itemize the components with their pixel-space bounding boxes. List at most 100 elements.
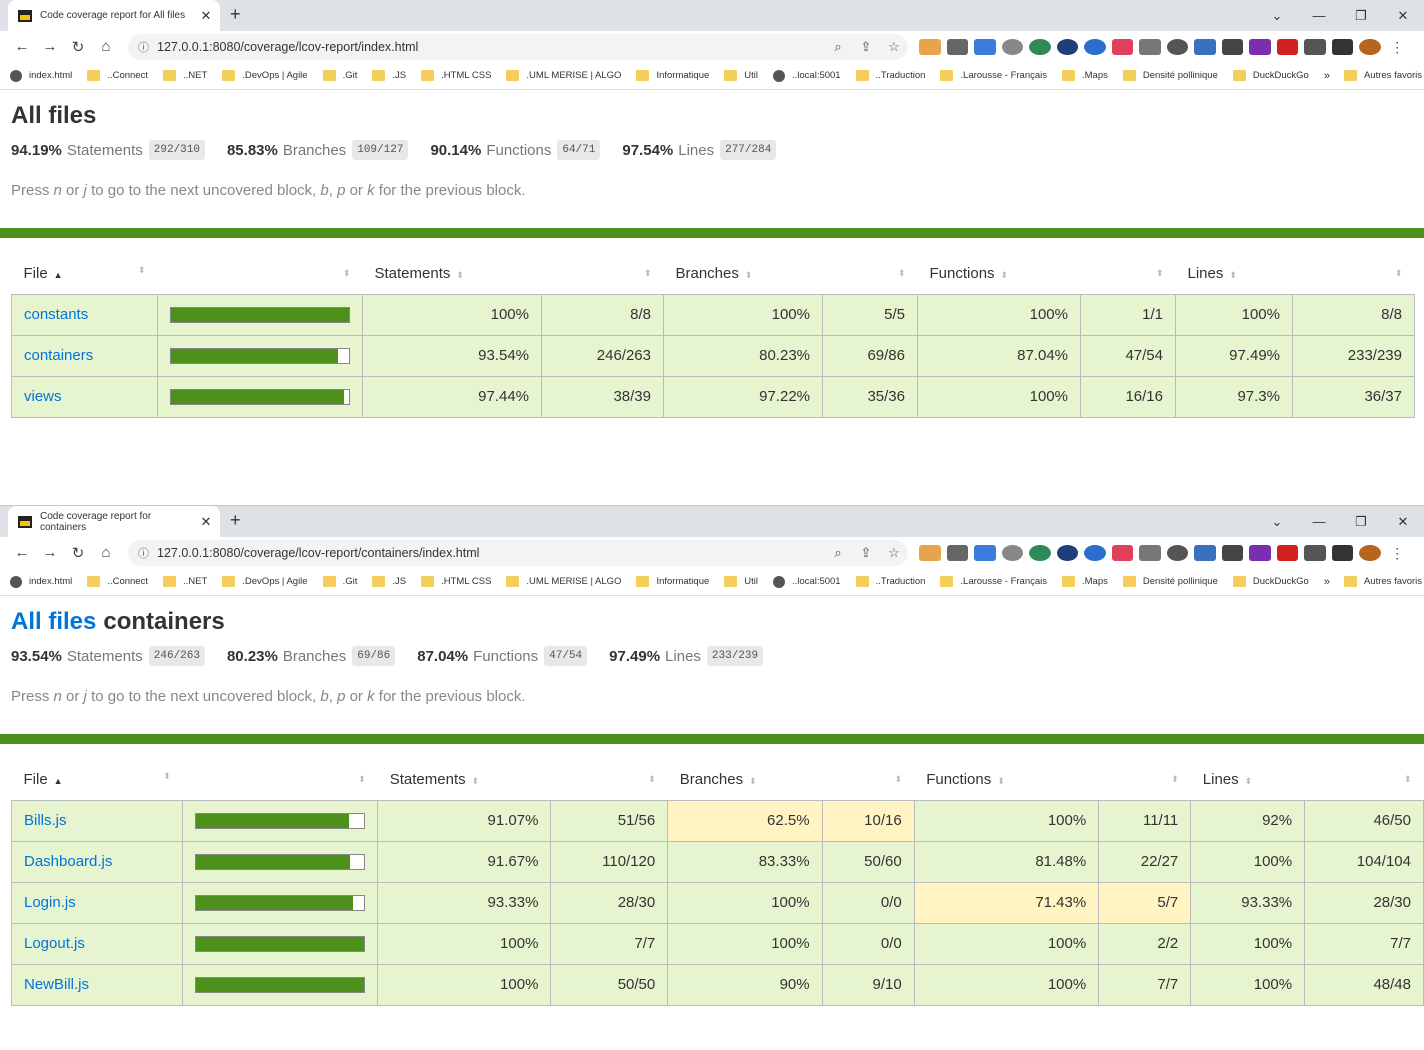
bookmark-item[interactable]: Informatique — [636, 576, 709, 587]
close-window-icon[interactable]: ✕ — [1382, 514, 1424, 530]
restore-icon[interactable]: ❐ — [1340, 8, 1382, 24]
share-icon[interactable]: ⇪ — [852, 39, 880, 55]
address-bar[interactable]: ⓘ 127.0.0.1:8080/coverage/lcov-report/co… — [128, 539, 908, 566]
bookmark-item[interactable]: index.html — [10, 69, 72, 82]
column-header-branches[interactable]: Branches ⬍ — [668, 760, 822, 800]
bookmark-item[interactable]: ..NET — [162, 70, 207, 81]
address-bar[interactable]: ⓘ 127.0.0.1:8080/coverage/lcov-report/in… — [128, 33, 908, 60]
back-icon[interactable]: ← — [8, 38, 36, 55]
bookmark-item[interactable]: DuckDuckGo — [1232, 576, 1309, 587]
file-link[interactable]: constants — [24, 306, 88, 323]
bookmark-item[interactable]: Densité pollinique — [1122, 70, 1218, 81]
close-window-icon[interactable]: ✕ — [1382, 8, 1424, 24]
bookmark-item[interactable]: .Larousse - Français — [940, 576, 1047, 587]
menu-icon[interactable]: ⋮ — [1387, 39, 1409, 55]
close-tab-icon[interactable]: ✕ — [198, 8, 214, 24]
column-header-statements[interactable]: Statements ⬍ — [363, 254, 542, 294]
column-header-functions[interactable]: Functions ⬍ — [918, 254, 1081, 294]
bookmark-item[interactable]: .Git — [322, 70, 357, 81]
file-link[interactable]: containers — [24, 347, 93, 364]
home-icon[interactable]: ⌂ — [92, 544, 120, 561]
bookmark-item[interactable]: ..Traduction — [855, 576, 925, 587]
bookmark-item[interactable]: .JS — [372, 576, 406, 587]
sort-icon[interactable]: ⬍ — [456, 270, 464, 280]
sort-icon[interactable]: ⬍ — [1156, 268, 1164, 279]
extension-icon[interactable] — [1221, 544, 1243, 561]
bookmark-item[interactable]: Densité pollinique — [1122, 576, 1218, 587]
reload-icon[interactable]: ↻ — [64, 544, 92, 562]
back-icon[interactable]: ← — [8, 544, 36, 561]
zoom-icon[interactable]: ⌕ — [824, 39, 852, 55]
tab-search-icon[interactable]: ⌄ — [1256, 8, 1298, 24]
column-header-statements-raw[interactable]: ⬍ — [551, 760, 668, 800]
sort-icon[interactable]: ⬍ — [1001, 270, 1009, 280]
bookmark-item[interactable]: .Maps — [1062, 70, 1108, 81]
other-bookmarks[interactable]: Autres favoris — [1343, 70, 1422, 81]
extension-icon[interactable] — [1001, 38, 1023, 55]
column-header-file[interactable]: File ▲ ⬍ — [12, 254, 158, 294]
column-header-functions-raw[interactable]: ⬍ — [1081, 254, 1176, 294]
extension-icon[interactable] — [1194, 38, 1216, 55]
extension-icon[interactable] — [1139, 38, 1161, 55]
file-link[interactable]: Login.js — [24, 894, 76, 911]
column-header-statements[interactable]: Statements ⬍ — [378, 760, 551, 800]
column-header-branches[interactable]: Branches ⬍ — [664, 254, 823, 294]
onenote-icon[interactable] — [1249, 38, 1271, 55]
bookmark-item[interactable]: ..NET — [162, 576, 207, 587]
more-bookmarks-icon[interactable]: » — [1324, 576, 1330, 588]
column-header-lines-raw[interactable]: ⬍ — [1293, 254, 1415, 294]
column-header-lines[interactable]: Lines ⬍ — [1191, 760, 1305, 800]
sort-icon[interactable]: ⬍ — [648, 774, 656, 785]
wordpress-icon[interactable] — [1166, 544, 1188, 561]
bookmark-item[interactable]: .DevOps | Agile — [222, 70, 308, 81]
sort-icon[interactable]: ⬍ — [898, 268, 906, 279]
bookmark-item[interactable]: .Maps — [1062, 576, 1108, 587]
pocket-icon[interactable] — [1111, 38, 1133, 55]
sort-icon[interactable]: ⬍ — [358, 774, 366, 785]
tab-search-icon[interactable]: ⌄ — [1256, 514, 1298, 530]
bookmark-item[interactable]: ..Traduction — [855, 70, 925, 81]
extension-icon[interactable] — [919, 38, 941, 55]
side-panel-icon[interactable] — [1331, 544, 1353, 561]
sort-icon[interactable]: ⬍ — [138, 265, 146, 276]
site-info-icon[interactable]: ⓘ — [138, 39, 149, 55]
column-header-branches-raw[interactable]: ⬍ — [823, 254, 918, 294]
avatar[interactable] — [1359, 38, 1381, 55]
sort-icon[interactable]: ⬍ — [472, 776, 480, 786]
forward-icon[interactable]: → — [36, 38, 64, 55]
url-text[interactable]: 127.0.0.1:8080/coverage/lcov-report/inde… — [157, 40, 824, 54]
column-header-functions-raw[interactable]: ⬍ — [1099, 760, 1191, 800]
avatar[interactable] — [1359, 544, 1381, 561]
sort-icon[interactable]: ⬍ — [1229, 270, 1237, 280]
sort-icon[interactable]: ⬍ — [163, 771, 171, 782]
sort-icon[interactable]: ⬍ — [1171, 774, 1179, 785]
bookmark-item[interactable]: .JS — [372, 70, 406, 81]
sort-icon[interactable]: ⬍ — [749, 776, 757, 786]
file-link[interactable]: Logout.js — [24, 935, 85, 952]
sort-icon[interactable]: ⬍ — [895, 774, 903, 785]
bookmark-item[interactable]: Util — [724, 576, 758, 587]
site-info-icon[interactable]: ⓘ — [138, 545, 149, 561]
file-link[interactable]: views — [24, 388, 62, 405]
bookmark-item[interactable]: .Larousse - Français — [940, 70, 1047, 81]
extension-icon[interactable] — [919, 544, 941, 561]
translate-icon[interactable] — [974, 38, 996, 55]
column-header-coverage-bar[interactable]: ⬍ — [183, 760, 378, 800]
side-panel-icon[interactable] — [1331, 38, 1353, 55]
other-bookmarks[interactable]: Autres favoris — [1343, 576, 1422, 587]
sort-icon[interactable]: ⬍ — [1395, 268, 1403, 279]
column-header-branches-raw[interactable]: ⬍ — [822, 760, 914, 800]
extension-icon[interactable] — [1029, 544, 1051, 561]
bookmark-item[interactable]: .HTML CSS — [421, 70, 491, 81]
bookmark-item[interactable]: ..local:5001 — [773, 69, 841, 82]
minimize-icon[interactable]: — — [1298, 8, 1340, 23]
close-tab-icon[interactable]: ✕ — [198, 514, 214, 530]
bookmark-item[interactable]: index.html — [10, 575, 72, 588]
menu-icon[interactable]: ⋮ — [1387, 545, 1409, 561]
breadcrumb-all-files-link[interactable]: All files — [11, 608, 96, 635]
home-icon[interactable]: ⌂ — [92, 38, 120, 55]
zoom-icon[interactable]: ⌕ — [824, 545, 852, 561]
reload-icon[interactable]: ↻ — [64, 38, 92, 56]
extension-icon[interactable] — [1084, 38, 1106, 55]
file-link[interactable]: Dashboard.js — [24, 853, 112, 870]
